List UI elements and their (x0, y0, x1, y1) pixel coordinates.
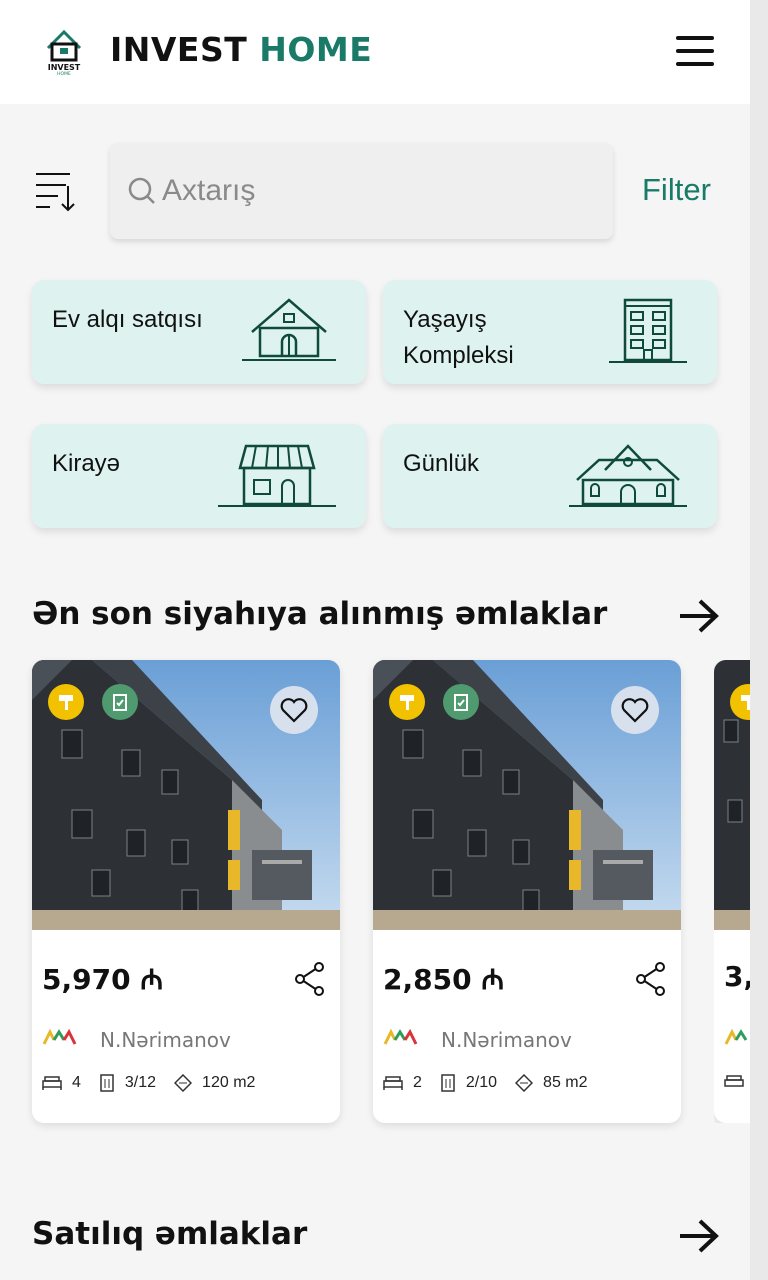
category-card-sale[interactable]: Ev alqı satqısı (32, 280, 366, 384)
document-badge-icon (443, 684, 479, 720)
brand-part-home: HOME (259, 30, 373, 69)
renovation-badge-icon (389, 684, 425, 720)
category-label: Ev alqı satqısı (52, 306, 203, 333)
bed-icon (724, 1075, 744, 1087)
building-floor-icon (441, 1074, 455, 1092)
section-title-sale: Satılıq əmlaklar (32, 1216, 308, 1252)
listing-card[interactable]: 2,850 ₼ N.Nərimanov 2 2/10 85 m2 (373, 660, 681, 1123)
share-icon[interactable] (635, 962, 667, 996)
scrollbar-track[interactable] (750, 0, 768, 1280)
listing-location: N.Nərimanov (441, 1028, 572, 1052)
category-card-daily[interactable]: Günlük (383, 424, 717, 528)
listing-specs: 2 2/10 85 m2 (383, 1074, 606, 1092)
svg-text:HOME: HOME (57, 71, 71, 76)
listing-card-clip: 3,2 (714, 660, 750, 1123)
category-label: Günlük (403, 450, 480, 477)
category-card-complex[interactable]: Yaşayış Kompleksi (383, 280, 717, 384)
category-card-rent[interactable]: Kirayə (32, 424, 366, 528)
metro-icon (42, 1028, 77, 1045)
renovation-badge-icon (48, 684, 84, 720)
brand-title: INVEST HOME (110, 30, 372, 69)
apartment-building-icon (609, 298, 687, 363)
favorite-heart-icon[interactable] (270, 686, 318, 734)
arrow-right-icon[interactable] (678, 1218, 720, 1254)
listing-specs: 4 3/12 120 m2 (42, 1074, 273, 1092)
share-icon[interactable] (294, 962, 326, 996)
listing-specs (724, 1074, 750, 1090)
category-label: Yaşayış Kompleksi (403, 306, 514, 369)
brand-part-invest: INVEST (110, 30, 248, 69)
listing-price: 3,2 (724, 960, 750, 993)
app-header: INVEST HOME INVEST HOME (0, 0, 750, 104)
building-floor-icon (100, 1074, 114, 1092)
sort-icon[interactable] (36, 172, 78, 212)
search-icon (128, 177, 155, 204)
shop-icon (218, 444, 336, 507)
listing-area: 120 m2 (202, 1074, 256, 1091)
listing-card[interactable]: 5,970 ₼ N.Nərimanov 4 3/12 120 m2 (32, 660, 340, 1123)
listing-floor: 2/10 (465, 1074, 498, 1091)
listing-location: N.Nərimanov (100, 1028, 231, 1052)
listing-rooms: 4 (72, 1074, 81, 1091)
logo-icon[interactable]: INVEST HOME (42, 26, 86, 76)
listing-price: 5,970 ₼ (42, 963, 163, 996)
villa-icon (569, 444, 687, 507)
document-badge-icon (102, 684, 138, 720)
favorite-heart-icon[interactable] (611, 686, 659, 734)
area-icon (515, 1074, 534, 1092)
metro-icon (383, 1028, 418, 1045)
arrow-right-icon[interactable] (678, 598, 720, 634)
area-icon (174, 1074, 193, 1092)
listing-rooms: 2 (413, 1074, 422, 1091)
bed-icon (42, 1076, 62, 1090)
listing-card[interactable]: 3,2 (714, 660, 750, 1123)
section-title-recent: Ən son siyahıya alınmış əmlaklar (32, 596, 608, 632)
bed-icon (383, 1076, 403, 1090)
menu-icon[interactable] (676, 36, 714, 66)
search-input[interactable] (162, 169, 592, 213)
house-icon (242, 298, 336, 361)
metro-icon (724, 1028, 748, 1045)
search-box (110, 143, 613, 239)
listing-area: 85 m2 (543, 1074, 588, 1091)
filter-button[interactable]: Filter (642, 172, 711, 208)
category-label: Kirayə (52, 450, 121, 477)
svg-text:INVEST: INVEST (48, 63, 81, 72)
listing-price: 2,850 ₼ (383, 963, 504, 996)
listing-floor: 3/12 (124, 1074, 157, 1091)
